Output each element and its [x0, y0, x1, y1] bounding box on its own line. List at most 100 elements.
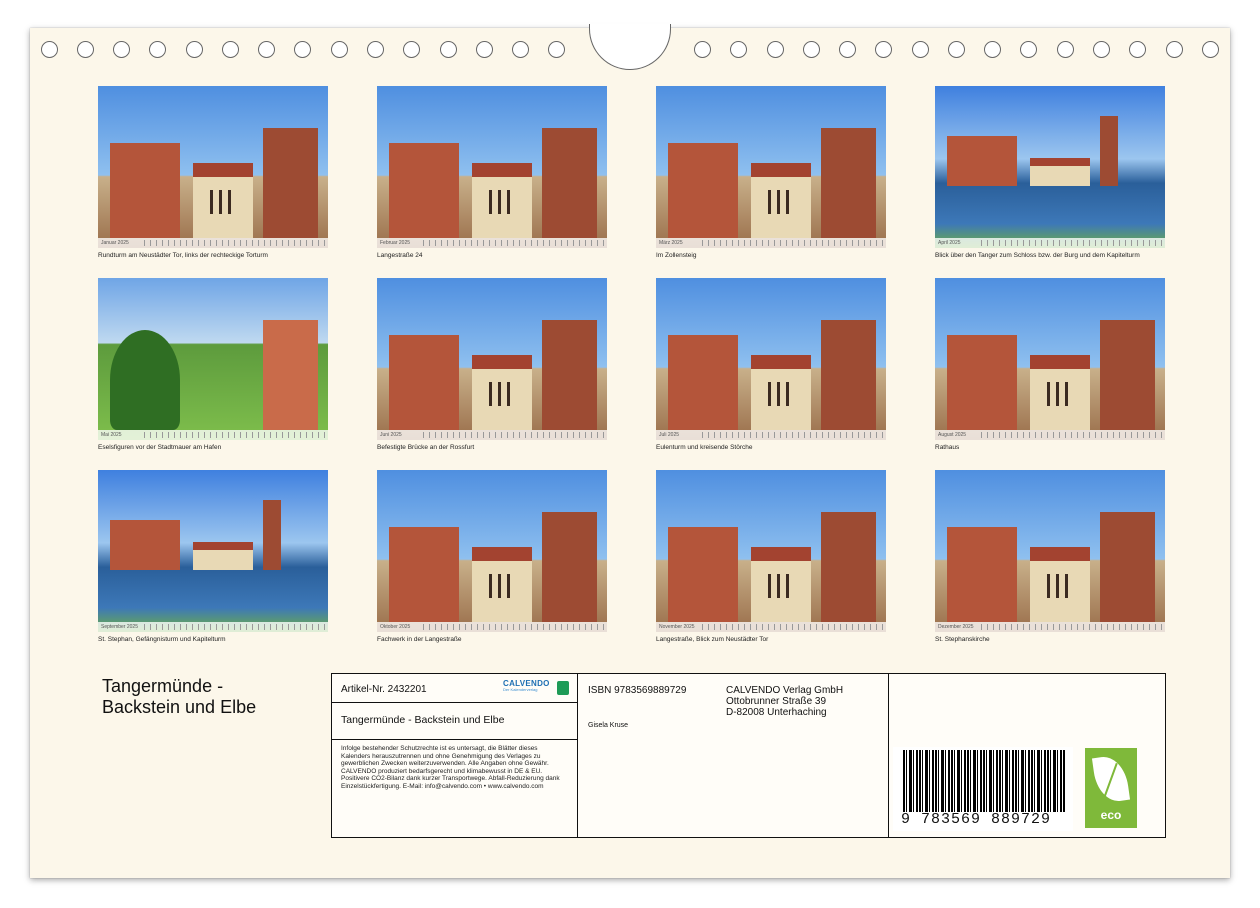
month-strip: September 2025 — [98, 622, 328, 632]
month-tile-september[interactable]: September 2025 St. Stephan, Gefängnistur… — [98, 470, 328, 644]
photo-rathaus: August 2025 — [935, 278, 1165, 440]
calendar-back-page: Januar 2025 Rundturm am Neustädter Tor, … — [30, 24, 1230, 878]
month-tile-april[interactable]: April 2025 Blick über den Tanger zum Sch… — [935, 86, 1165, 260]
barcode: 9 783569 889729 — [893, 747, 1073, 831]
publisher-address: CALVENDO Verlag GmbH Ottobrunner Straße … — [726, 685, 843, 718]
binding-ring — [694, 41, 711, 58]
month-strip: Juni 2025 — [377, 430, 607, 440]
binding-ring — [984, 41, 1001, 58]
month-tile-august[interactable]: August 2025 Rathaus — [935, 278, 1165, 452]
calendar-title-line2: Backstein und Elbe — [102, 697, 257, 717]
photo-langestrasse-24: Februar 2025 — [377, 86, 607, 248]
photo-caption: Rundturm am Neustädter Tor, links der re… — [98, 252, 268, 259]
photo-fachwerk: Oktober 2025 — [377, 470, 607, 632]
publisher-name: CALVENDO Verlag GmbH — [726, 685, 844, 696]
binding-ring — [1166, 41, 1183, 58]
photo-caption: St. Stephan, Gefängnisturm und Kapiteltu… — [98, 636, 226, 643]
hanger-cutout — [589, 24, 671, 70]
binding-ring — [186, 41, 203, 58]
month-tile-may[interactable]: Mai 2025 Eselsfiguren vor der Stadtmauer… — [98, 278, 328, 452]
imprint-middle-column: ISBN 9783569889729 CALVENDO Verlag GmbH … — [578, 674, 889, 837]
binding-ring — [77, 41, 94, 58]
publisher-street: Ottobrunner Straße 39 — [726, 696, 827, 707]
barcode-digits: 9 783569 889729 — [901, 811, 1052, 828]
month-strip: Mai 2025 — [98, 430, 328, 440]
month-tile-march[interactable]: März 2025 Im Zollensteig — [656, 86, 886, 260]
binding-ring — [1057, 41, 1074, 58]
photo-st-stephanskirche: Dezember 2025 — [935, 470, 1165, 632]
product-title: Tangermünde - Backstein und Elbe — [332, 703, 577, 740]
spiral-binding — [30, 24, 1230, 78]
photo-st-stephan-hafen: September 2025 — [98, 470, 328, 632]
binding-ring — [912, 41, 929, 58]
binding-ring — [403, 41, 420, 58]
photo-caption: Befestigte Brücke an der Rossfurt — [377, 444, 475, 451]
imprint-box: Artikel-Nr. 2432201 CALVENDO Der Kalende… — [331, 673, 1166, 838]
month-strip: Oktober 2025 — [377, 622, 607, 632]
binding-ring — [512, 41, 529, 58]
eco-badge: eco — [1085, 748, 1137, 828]
month-tile-november[interactable]: November 2025 Langestraße, Blick zum Neu… — [656, 470, 886, 644]
month-tile-june[interactable]: Juni 2025 Befestigte Brücke an der Rossf… — [377, 278, 607, 452]
binding-ring — [875, 41, 892, 58]
month-tile-december[interactable]: Dezember 2025 St. Stephanskirche — [935, 470, 1165, 644]
binding-ring — [803, 41, 820, 58]
publisher-city: D-82008 Unterhaching — [726, 707, 827, 718]
eco-label: eco — [1100, 808, 1122, 822]
month-strip: August 2025 — [935, 430, 1165, 440]
month-tile-february[interactable]: Februar 2025 Langestraße 24 — [377, 86, 607, 260]
month-strip: Juli 2025 — [656, 430, 886, 440]
binding-ring — [222, 41, 239, 58]
photo-eulenturm: Juli 2025 — [656, 278, 886, 440]
month-tile-october[interactable]: Oktober 2025 Fachwerk in der Langestraße — [377, 470, 607, 644]
month-strip: November 2025 — [656, 622, 886, 632]
binding-ring — [767, 41, 784, 58]
barcode-bars — [903, 750, 1066, 812]
photo-caption: Rathaus — [935, 444, 960, 451]
month-strip: April 2025 — [935, 238, 1165, 248]
photo-tanger-schloss: April 2025 — [935, 86, 1165, 248]
binding-ring — [1093, 41, 1110, 58]
binding-ring — [258, 41, 275, 58]
binding-ring — [331, 41, 348, 58]
month-strip: Februar 2025 — [377, 238, 607, 248]
imprint-left-column: Artikel-Nr. 2432201 CALVENDO Der Kalende… — [332, 674, 578, 837]
photo-caption: Langestraße 24 — [377, 252, 423, 259]
binding-ring — [440, 41, 457, 58]
month-tile-january[interactable]: Januar 2025 Rundturm am Neustädter Tor, … — [98, 86, 328, 260]
article-number-row: Artikel-Nr. 2432201 CALVENDO Der Kalende… — [332, 674, 577, 703]
binding-ring — [149, 41, 166, 58]
photo-caption: St. Stephanskirche — [935, 636, 990, 643]
binding-ring — [948, 41, 965, 58]
binding-ring — [1202, 41, 1219, 58]
imprint-right-column: 9 783569 889729 eco — [889, 674, 1165, 837]
photo-caption: Fachwerk in der Langestraße — [377, 636, 462, 643]
photo-caption: Im Zollensteig — [656, 252, 697, 259]
photo-rossfurt-bruecke: Juni 2025 — [377, 278, 607, 440]
photo-caption: Eulenturm und kreisende Störche — [656, 444, 753, 451]
binding-ring — [1020, 41, 1037, 58]
calvendo-logo: CALVENDO Der Kalenderverlag — [503, 679, 569, 695]
photo-eselsfiguren: Mai 2025 — [98, 278, 328, 440]
isbn: ISBN 9783569889729 — [588, 685, 687, 696]
binding-ring — [113, 41, 130, 58]
photo-rundturm: Januar 2025 — [98, 86, 328, 248]
binding-ring — [476, 41, 493, 58]
month-strip: März 2025 — [656, 238, 886, 248]
legal-notice: Infolge bestehender Schutzrechte ist es … — [341, 745, 560, 790]
photo-caption: Langestraße, Blick zum Neustädter Tor — [656, 636, 769, 643]
binding-ring — [839, 41, 856, 58]
photo-caption: Eselsfiguren vor der Stadtmauer am Hafen — [98, 444, 222, 451]
photo-caption: Blick über den Tanger zum Schloss bzw. d… — [935, 252, 1140, 259]
article-number: Artikel-Nr. 2432201 — [341, 684, 427, 695]
month-strip: Januar 2025 — [98, 238, 328, 248]
month-tile-july[interactable]: Juli 2025 Eulenturm und kreisende Störch… — [656, 278, 886, 452]
binding-ring — [1129, 41, 1146, 58]
calendar-title-line1: Tangermünde - — [102, 676, 224, 696]
binding-ring — [548, 41, 565, 58]
photo-zollensteig: März 2025 — [656, 86, 886, 248]
binding-ring — [367, 41, 384, 58]
binding-ring — [294, 41, 311, 58]
leaf-icon — [1091, 753, 1131, 805]
binding-ring — [41, 41, 58, 58]
